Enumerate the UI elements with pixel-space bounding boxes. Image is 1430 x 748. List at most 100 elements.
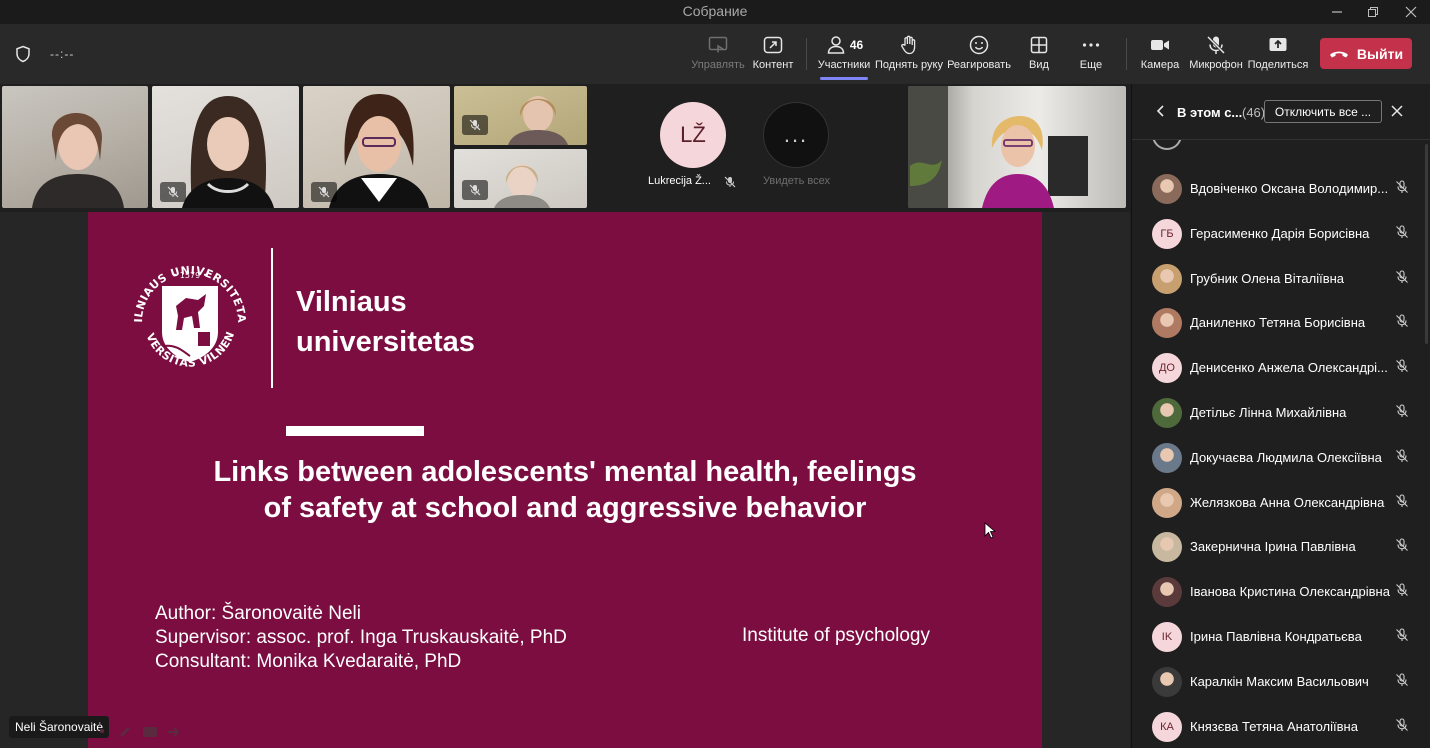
accent-bar [286,426,424,436]
avatar [1152,666,1182,697]
video-tile[interactable] [303,86,450,208]
leave-label: Выйти [1356,45,1404,62]
mic-off-icon [1396,628,1408,641]
participants-button[interactable]: 46 Участники [818,34,870,80]
microphone-button[interactable]: Микрофон [1188,34,1244,80]
next-slide-icon[interactable] [166,725,182,739]
mic-label: Микрофон [1189,59,1243,71]
participants-label: Участники [817,59,871,71]
participant-row[interactable]: Іванова Кристина Олександрівна [1132,567,1430,611]
react-button[interactable]: Реагировать [947,34,1011,80]
participant-row[interactable]: Грубник Олена Віталіївна [1132,254,1430,298]
participant-row[interactable]: Докучаєва Людмила Олексіївна [1132,433,1430,477]
participant-name: Желязкова Анна Олександрівна [1190,494,1385,510]
share-tray-icon [1269,38,1287,51]
mic-off-icon [1396,180,1408,193]
svg-text:• 1579 •: • 1579 • [173,271,208,280]
grid-view-icon [1030,36,1048,54]
participant-row[interactable]: Закернична Ірина Павлівна [1132,522,1430,566]
avatar [1152,487,1182,518]
mic-off-icon [1396,673,1408,686]
close-window-icon[interactable] [1394,0,1428,24]
more-button[interactable]: Еще [1076,34,1106,80]
view-label: Вид [1029,59,1049,71]
participant-avatar[interactable]: LŽ [660,102,726,168]
participant-name: Вдовіченко Оксана Володимир... [1190,181,1389,196]
mic-off-icon [311,182,337,202]
mic-off-icon [1396,314,1408,328]
avatar: КА [1152,711,1182,742]
avatar [1152,308,1182,339]
participant-name: Герасименко Дарія Борисівна [1190,225,1370,241]
mic-off-icon [462,180,488,200]
close-icon[interactable] [1390,104,1404,118]
raise-hand-label: Поднять руку [875,59,943,71]
participant-row[interactable]: Даниленко Тетяна Борисівна [1132,298,1430,342]
avatar [1152,140,1182,150]
camera-icon [1151,40,1169,50]
manage-button[interactable]: Управлять [691,34,745,80]
mic-off-icon [1396,270,1408,283]
participant-name: Детільє Лінна Михайлівна [1190,405,1347,420]
meeting-timer: --:-- [50,47,75,61]
hang-up-icon [1329,51,1348,57]
supervisor-line: Supervisor: assoc. prof. Inga Truskauska… [155,627,567,648]
avatar: ДО [1152,353,1182,384]
smiley-icon [969,35,989,55]
avatar: IK [1152,622,1182,652]
slide-view-icon[interactable] [142,725,158,739]
avatar [1152,532,1182,563]
manage-icon [708,36,728,53]
slide-title-line2: of safety at school and aggressive behav… [263,492,867,524]
participant-row[interactable]: Вдовіченко Оксана Володимир... [1132,164,1430,208]
restore-icon[interactable] [1356,0,1390,24]
video-tile[interactable] [2,86,148,208]
participant-row[interactable]: ГБ Герасименко Дарія Борисівна [1132,209,1430,253]
view-button[interactable]: Вид [1022,34,1056,80]
video-tile[interactable] [454,86,587,145]
participant-name: Докучаєва Людмила Олексіївна [1190,449,1382,465]
participant-name: Ірина Павлівна Кондратьєва [1190,629,1362,644]
participant-row[interactable]: Каралкін Максим Васильович [1132,657,1430,701]
panel-count: (46) [1242,105,1266,120]
mic-off-icon [1396,538,1408,552]
participant-row[interactable]: IK Ірина Павлівна Кондратьєва [1132,612,1430,656]
avatar [1152,263,1182,294]
content-label: Контент [752,59,794,71]
more-label: Еще [1079,59,1103,71]
pen-icon[interactable] [118,725,132,739]
see-all-label: Увидеть всех [763,175,830,187]
window-title: Собрание [682,3,748,19]
camera-button[interactable]: Камера [1140,34,1180,80]
content-button[interactable]: Контент [752,34,794,80]
title-bar: Собрание [0,0,1430,24]
university-name-line1: Vilniaus [296,286,407,318]
mic-off-icon [1206,35,1226,55]
video-tile[interactable] [454,149,587,208]
chevron-left-icon[interactable] [1154,104,1168,118]
raise-hand-button[interactable]: Поднять руку [875,34,943,80]
video-tile[interactable] [908,86,1126,208]
share-button[interactable]: Поделиться [1248,34,1308,80]
video-tile[interactable] [152,86,299,208]
participant-row[interactable]: Детільє Лінна Михайлівна [1132,388,1430,432]
participant-row[interactable]: Желязкова Анна Олександрівна [1132,478,1430,522]
mute-all-button[interactable]: Отключить все ... [1264,100,1382,123]
participants-list: Вдовіченко Оксана Володимир... ГБ Герасиме… [1132,140,1430,748]
participant-name: Закернична Ірина Павлівна [1190,539,1356,555]
author-line: Author: Šaronovaitė Neli [155,603,361,624]
participant-row[interactable]: ДО Денисенко Анжела Олександрі... [1132,343,1430,387]
mic-off-icon [1396,359,1408,373]
minimize-icon[interactable] [1320,0,1354,24]
presentation-slide: VILNIAUS UNIVERSITETAS UNIVERSITAS VILNE… [88,212,1042,748]
participant-row[interactable]: КА Князєва Тетяна Анатоліївна [1132,702,1430,746]
avatar: ГБ [1152,218,1182,249]
toolbar-divider [806,38,807,70]
see-all-button[interactable]: ... [763,102,829,168]
university-name-line2: universitetas [296,326,475,358]
avatar [1152,442,1182,473]
avatar [1152,398,1182,428]
leave-button[interactable]: Выйти [1320,38,1412,69]
slide-nav-icon[interactable] [96,725,108,737]
mic-off-icon [462,115,488,135]
